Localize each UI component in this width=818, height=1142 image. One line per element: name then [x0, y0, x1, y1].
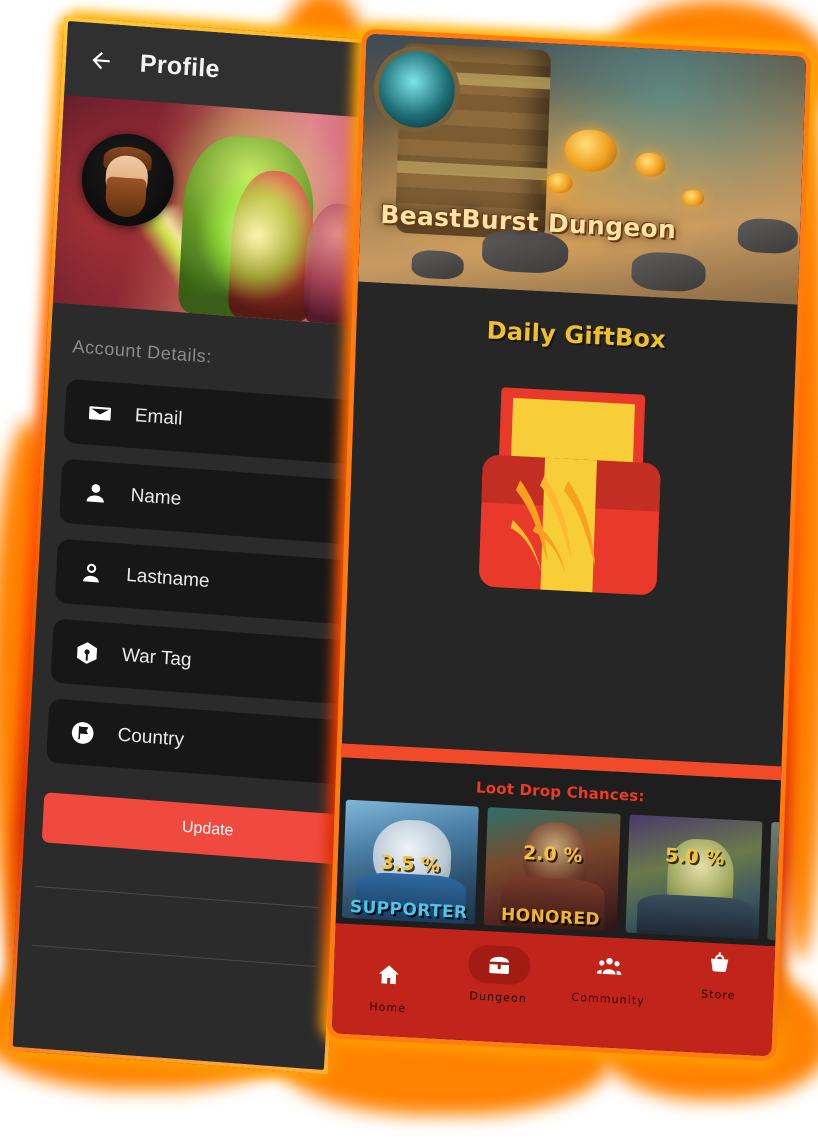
loot-card[interactable]: 2.0 % HONORED: [483, 807, 621, 932]
field-lastname-label: Lastname: [125, 564, 211, 593]
account-fields-group: Email Name Lastname War Tag Country: [28, 378, 380, 788]
daily-giftbox-section: Daily GiftBox: [341, 281, 798, 767]
field-war-tag[interactable]: War Tag: [50, 618, 380, 708]
loot-card-art-base: [635, 892, 754, 940]
nav-item-community[interactable]: Community: [553, 945, 665, 1009]
field-email-label: Email: [134, 405, 183, 430]
screenshot-stage: Profile Account Details: Email Name Last…: [0, 0, 818, 1142]
page-title: Profile: [139, 49, 221, 84]
gold-pile-1: [564, 128, 618, 174]
loot-card[interactable]: 5.0 %: [625, 814, 763, 940]
claw-slash-icon: [510, 475, 596, 573]
field-war-tag-label: War Tag: [121, 644, 193, 671]
bottom-divider-2: [32, 944, 316, 968]
loot-drop-section: Loot Drop Chances: 3.5 % SUPPORTER 2.0 %: [335, 757, 807, 947]
field-name[interactable]: Name: [59, 458, 380, 548]
right-phone: BeastBurst Dungeon Daily GiftBox Loot Dr…: [319, 21, 818, 1069]
avatar-beard: [104, 176, 148, 219]
nav-label-community: Community: [571, 990, 646, 1008]
nav-label-store: Store: [700, 987, 736, 1003]
nav-item-home[interactable]: Home: [333, 953, 445, 1017]
flag-circle-icon: [71, 722, 94, 744]
nav-item-dungeon[interactable]: Dungeon: [443, 943, 555, 1007]
right-phone-frame: BeastBurst Dungeon Daily GiftBox Loot Dr…: [326, 28, 812, 1062]
person-icon: [86, 484, 104, 503]
nav-pill-dungeon-active: [467, 944, 531, 986]
store-basket-icon: [710, 952, 729, 972]
nav-pill-community: [578, 946, 641, 987]
hero-glow-core: [193, 166, 321, 306]
envelope-icon: [88, 406, 112, 421]
bottom-navigation: Home Dungeon Community Store: [331, 923, 776, 1057]
person-outline-icon: [82, 563, 99, 583]
loot-card-row[interactable]: 3.5 % SUPPORTER 2.0 % HONORED 5.0 %: [336, 799, 807, 947]
community-icon: [596, 957, 622, 975]
loot-percent: 2.0 %: [522, 842, 583, 868]
home-icon: [378, 965, 399, 985]
nav-pill-home: [357, 954, 420, 995]
giftbox-wrap: [348, 338, 796, 603]
arrow-left-icon[interactable]: [87, 47, 114, 75]
dungeon-screen: BeastBurst Dungeon Daily GiftBox Loot Dr…: [331, 33, 807, 1057]
bottom-divider-1: [35, 885, 319, 909]
field-lastname[interactable]: Lastname: [54, 538, 380, 628]
field-country-label: Country: [117, 724, 185, 751]
rock-3: [411, 249, 464, 281]
update-button[interactable]: Update: [41, 792, 374, 867]
profile-hero-banner: [52, 94, 376, 327]
gold-pile-3: [546, 172, 573, 194]
gold-pile-2: [634, 152, 666, 178]
nav-item-store[interactable]: Store: [663, 941, 775, 1005]
loot-percent: 5.0 %: [664, 844, 725, 870]
giftbox-icon[interactable]: [478, 386, 664, 596]
field-name-label: Name: [130, 484, 182, 510]
cube-icon: [77, 642, 98, 664]
nav-label-dungeon: Dungeon: [469, 989, 528, 1006]
nav-label-home: Home: [369, 1000, 407, 1016]
rock-2: [630, 251, 706, 294]
treasure-chest-icon: [489, 956, 510, 974]
nav-pill-store: [688, 942, 751, 983]
rock-4: [737, 217, 799, 255]
gold-pile-4: [682, 189, 705, 207]
loot-percent: 3.5 %: [380, 851, 441, 877]
loot-card-art: [791, 877, 807, 943]
loot-card[interactable]: 3.5 % SUPPORTER: [341, 799, 479, 925]
dungeon-banner: BeastBurst Dungeon: [358, 33, 807, 305]
